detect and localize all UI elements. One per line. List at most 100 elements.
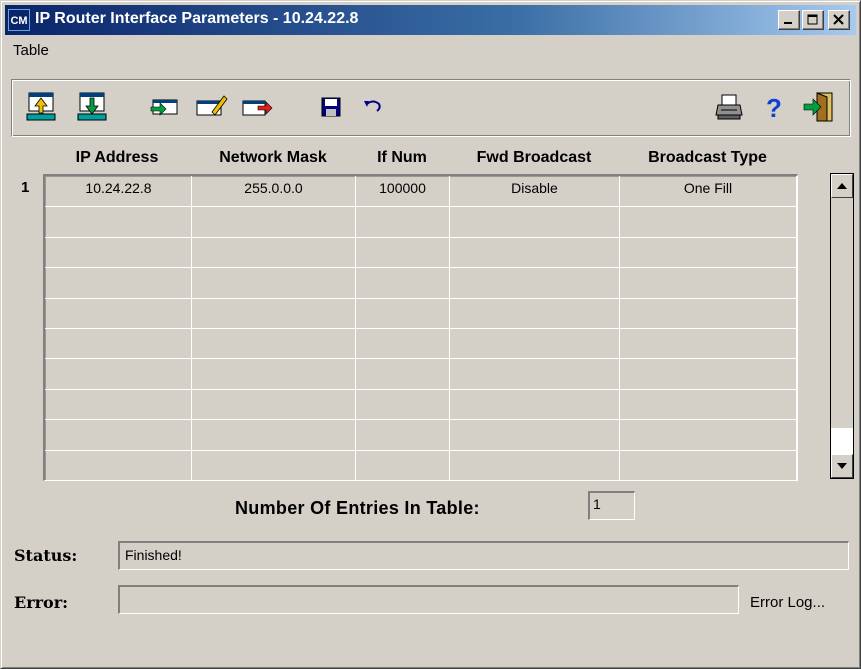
table-cell[interactable] <box>355 419 450 451</box>
table-cell[interactable] <box>449 297 620 329</box>
table-cell[interactable] <box>619 388 797 421</box>
menu-bar: Table <box>5 39 856 63</box>
scroll-track[interactable] <box>831 198 853 428</box>
close-button[interactable] <box>828 10 850 30</box>
table-cell[interactable] <box>45 449 192 481</box>
maximize-button[interactable] <box>802 10 824 30</box>
table-cell[interactable] <box>355 327 450 360</box>
table-row[interactable] <box>45 419 797 451</box>
exit-button[interactable] <box>802 90 836 124</box>
scroll-thumb[interactable] <box>831 429 853 455</box>
table-cell[interactable] <box>191 388 356 421</box>
print-icon <box>715 94 743 120</box>
status-label: Status: <box>14 546 78 565</box>
minimize-button[interactable] <box>778 10 800 30</box>
table-cell[interactable] <box>449 327 620 360</box>
table-row[interactable] <box>45 297 797 329</box>
title-bar[interactable]: CM IP Router Interface Parameters - 10.2… <box>5 5 856 35</box>
table-cell[interactable] <box>619 297 797 329</box>
table-cell[interactable] <box>449 267 620 299</box>
table-cell[interactable] <box>449 449 620 481</box>
table-row[interactable] <box>45 358 797 390</box>
table-cell[interactable] <box>619 358 797 390</box>
error-label: Error: <box>14 593 69 612</box>
table-cell[interactable] <box>619 449 797 481</box>
table-cell[interactable] <box>619 206 797 238</box>
table-cell[interactable] <box>45 419 192 451</box>
table-cell[interactable] <box>355 449 450 481</box>
window-title: IP Router Interface Parameters - 10.24.2… <box>35 10 359 27</box>
save-button[interactable] <box>314 90 348 124</box>
print-button[interactable] <box>712 90 746 124</box>
table-cell[interactable] <box>191 206 356 238</box>
vertical-scrollbar[interactable] <box>830 173 854 479</box>
table-cell[interactable] <box>355 267 450 299</box>
app-window: CM IP Router Interface Parameters - 10.2… <box>0 0 861 669</box>
table-cell[interactable] <box>449 388 620 421</box>
table-cell[interactable] <box>45 358 192 390</box>
table-row[interactable]: 10.24.22.8 255.0.0.0 100000 Disable One Fill <box>45 175 797 208</box>
table-cell[interactable] <box>619 267 797 299</box>
download-button[interactable] <box>75 90 109 124</box>
help-icon: ? <box>766 93 782 123</box>
table-cell[interactable] <box>449 419 620 451</box>
error-field <box>118 585 739 614</box>
table-cell[interactable] <box>619 236 797 269</box>
scroll-down-button[interactable] <box>831 454 853 478</box>
table-row[interactable] <box>45 206 797 238</box>
table-cell[interactable] <box>191 449 356 481</box>
table-row[interactable] <box>45 449 797 481</box>
table-cell[interactable] <box>449 358 620 390</box>
col-header-network-mask[interactable]: Network Mask <box>191 149 355 167</box>
table-cell[interactable] <box>191 236 356 269</box>
table-cell[interactable] <box>191 419 356 451</box>
data-table: 10.24.22.8 255.0.0.0 100000 Disable One Fill <box>43 174 798 481</box>
delete-row-button[interactable] <box>240 90 274 124</box>
table-cell[interactable]: 10.24.22.8 <box>45 175 192 208</box>
upload-icon <box>26 92 56 121</box>
table-cell[interactable] <box>45 206 192 238</box>
table-cell[interactable]: Disable <box>449 175 620 208</box>
table-cell[interactable] <box>191 327 356 360</box>
table-cell[interactable]: 100000 <box>355 175 450 208</box>
table-cell[interactable] <box>45 236 192 269</box>
table-cell[interactable] <box>355 388 450 421</box>
undo-button[interactable] <box>356 90 390 124</box>
col-header-fwd-broadcast[interactable]: Fwd Broadcast <box>449 149 619 167</box>
table-cell[interactable] <box>191 358 356 390</box>
table-cell[interactable] <box>191 267 356 299</box>
col-header-if-num[interactable]: If Num <box>355 149 449 167</box>
table-cell[interactable] <box>45 327 192 360</box>
edit-row-button[interactable] <box>194 90 228 124</box>
table-cell[interactable] <box>619 327 797 360</box>
menu-table[interactable]: Table <box>13 42 49 59</box>
table-cell[interactable]: One Fill <box>619 175 797 208</box>
table-cell[interactable] <box>45 267 192 299</box>
table-row[interactable] <box>45 388 797 421</box>
table-cell[interactable] <box>45 297 192 329</box>
table-cell[interactable]: 255.0.0.0 <box>191 175 356 208</box>
table-cell[interactable] <box>449 206 620 238</box>
download-icon <box>77 92 107 121</box>
col-header-broadcast-type[interactable]: Broadcast Type <box>619 149 796 167</box>
save-icon <box>321 97 341 117</box>
table-cell[interactable] <box>449 236 620 269</box>
help-button[interactable]: ? <box>757 90 791 124</box>
upload-button[interactable] <box>24 90 58 124</box>
table-cell[interactable] <box>619 419 797 451</box>
col-header-ip-address[interactable]: IP Address <box>43 149 191 167</box>
table-cell[interactable] <box>191 297 356 329</box>
table-cell[interactable] <box>355 358 450 390</box>
table-body: 10.24.22.8 255.0.0.0 100000 Disable One Fill <box>45 175 797 481</box>
scroll-up-button[interactable] <box>831 174 853 198</box>
table-cell[interactable] <box>45 388 192 421</box>
table-row[interactable] <box>45 327 797 360</box>
error-log-button[interactable]: Error Log... <box>750 594 825 611</box>
table-cell[interactable] <box>355 206 450 238</box>
table-cell[interactable] <box>355 236 450 269</box>
table-row[interactable] <box>45 267 797 299</box>
maximize-icon <box>807 14 818 25</box>
table-row[interactable] <box>45 236 797 269</box>
insert-row-button[interactable] <box>146 90 180 124</box>
table-cell[interactable] <box>355 297 450 329</box>
